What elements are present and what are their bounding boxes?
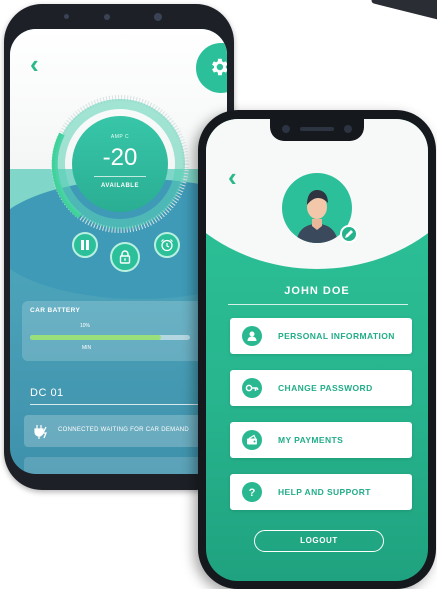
question-icon: ?: [242, 482, 262, 502]
back-arrow-icon[interactable]: ‹: [228, 164, 237, 190]
battery-track: [30, 335, 190, 340]
gear-icon: [212, 58, 227, 76]
next-card: [24, 457, 227, 474]
lock-button[interactable]: [110, 242, 140, 272]
menu-item-help-and-support[interactable]: ? HELP AND SUPPORT: [230, 474, 412, 510]
back-arrow-icon[interactable]: ‹: [30, 51, 39, 77]
amp-unit-label: AMP C: [110, 134, 130, 140]
menu-item-label: HELP AND SUPPORT: [278, 487, 371, 497]
person-icon: [242, 326, 262, 346]
pencil-icon: [345, 230, 353, 238]
logout-button[interactable]: LOGOUT: [254, 530, 384, 552]
car-battery-card: CAR BATTERY 10% MIN 75: [22, 301, 227, 361]
menu-item-label: CHANGE PASSWORD: [278, 383, 373, 393]
menu-item-change-password[interactable]: CHANGE PASSWORD: [230, 370, 412, 406]
station-label: DC 01: [30, 387, 64, 399]
amp-dial[interactable]: AMP C -20 AVAILABLE: [72, 116, 168, 212]
connection-status-card: CONNECTED WAITING FOR CAR DEMAND: [24, 415, 227, 447]
device-edge: [370, 0, 437, 25]
lock-icon: [119, 250, 131, 264]
charger-status: AVAILABLE: [101, 183, 139, 189]
menu-item-personal-information[interactable]: PERSONAL INFORMATION: [230, 318, 412, 354]
charger-screen: ‹ AMP C -20 AVAILABLE CAR BATTERY 10% MI…: [10, 29, 227, 474]
profile-screen: ‹ JOHN DOE PERSONAL INFORMATION CHANGE P…: [206, 119, 428, 581]
battery-fill: [30, 335, 162, 340]
timer-button[interactable]: [154, 232, 180, 258]
svg-text:?: ?: [249, 487, 256, 498]
user-name: JOHN DOE: [284, 285, 350, 297]
alarm-clock-icon: [161, 239, 173, 252]
plug-icon: [34, 425, 47, 439]
battery-min-label: MIN: [82, 345, 92, 351]
menu-item-label: MY PAYMENTS: [278, 435, 344, 445]
payment-icon: [242, 430, 262, 450]
menu-item-my-payments[interactable]: MY PAYMENTS: [230, 422, 412, 458]
pause-icon: [81, 240, 89, 250]
battery-title: CAR BATTERY: [30, 307, 81, 314]
connection-status-text: CONNECTED WAITING FOR CAR DEMAND: [58, 427, 190, 433]
menu-item-label: PERSONAL INFORMATION: [278, 331, 395, 341]
key-icon: [242, 378, 262, 398]
phone-notch: [270, 119, 364, 141]
amp-value: -20: [102, 144, 138, 171]
pause-button[interactable]: [72, 232, 98, 258]
profile-phone: ‹ JOHN DOE PERSONAL INFORMATION CHANGE P…: [198, 110, 436, 589]
phone-top-sensors: [64, 12, 174, 22]
edit-avatar-button[interactable]: [340, 225, 358, 243]
battery-percent: 10%: [80, 323, 91, 329]
